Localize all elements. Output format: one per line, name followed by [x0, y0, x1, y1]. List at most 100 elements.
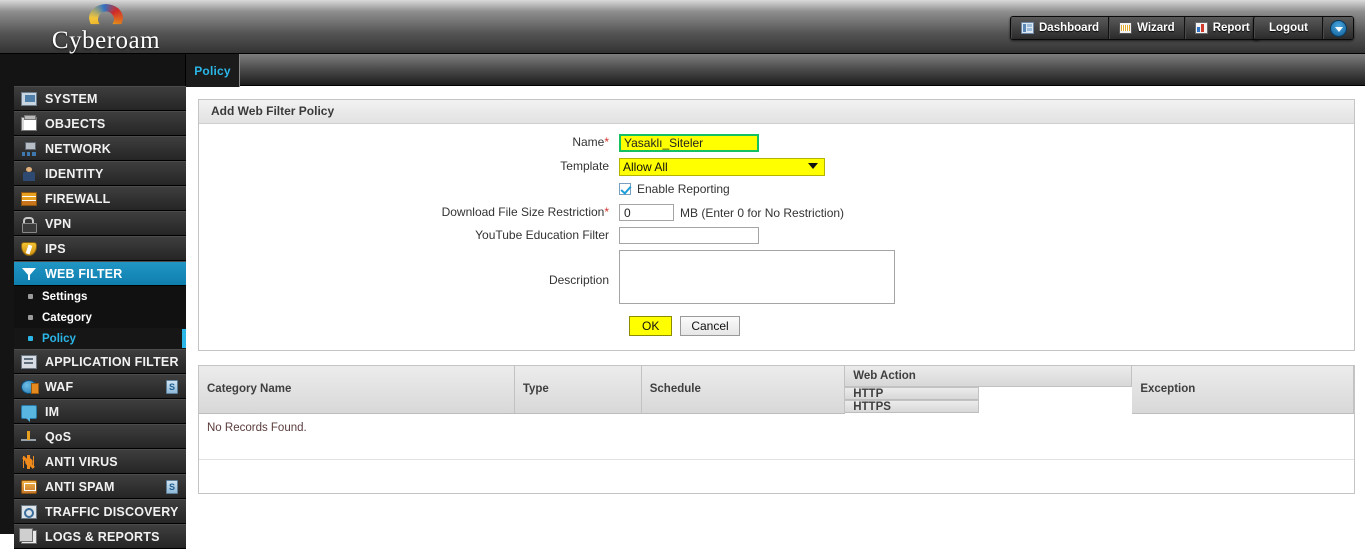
tab-policy[interactable]: Policy — [186, 54, 240, 87]
web-filter-funnel-icon — [21, 267, 37, 281]
sidebar-item-logs-reports[interactable]: LOGS & REPORTS — [14, 524, 186, 549]
anti-virus-icon — [21, 454, 37, 469]
brand-name: Cyberoam — [51, 27, 161, 54]
sidebar-item-web-filter[interactable]: WEB FILTER — [14, 261, 186, 286]
network-icon — [21, 141, 37, 156]
sidebar-item-ips[interactable]: IPS — [14, 236, 186, 261]
bullet-icon — [28, 336, 33, 341]
ok-button[interactable]: OK — [629, 316, 673, 336]
field-row-download-restriction: Download File Size Restriction* MB (Ente… — [199, 204, 1354, 221]
sidebar-item-label: OBJECTS — [45, 116, 106, 131]
sidebar-item-label: ANTI SPAM — [45, 479, 115, 494]
download-label: Download File Size Restriction* — [441, 205, 609, 219]
sidebar-subitem-policy[interactable]: Policy — [14, 328, 186, 349]
download-hint: MB (Enter 0 for No Restriction) — [680, 205, 845, 220]
report-button-label: Report — [1212, 22, 1250, 34]
template-select-value: Allow All — [623, 160, 668, 174]
field-row-template: Template Allow All — [199, 158, 1354, 176]
tab-strip — [186, 54, 1365, 86]
report-button[interactable]: Report — [1184, 17, 1259, 39]
sidebar-subitem-label: Policy — [42, 332, 76, 345]
col-type[interactable]: Type — [514, 366, 642, 414]
dashboard-icon — [1021, 22, 1034, 34]
sidebar-item-anti-spam[interactable]: ANTI SPAM S — [14, 474, 186, 499]
table-filler-row — [199, 459, 1354, 493]
sidebar-item-label: NETWORK — [45, 141, 111, 156]
field-row-name: Name* — [199, 134, 1354, 152]
sidebar-item-label: TRAFFIC DISCOVERY — [45, 504, 179, 519]
logout-button[interactable]: Logout — [1254, 17, 1323, 39]
ips-shield-icon — [21, 241, 37, 256]
sidebar-subitem-label: Settings — [42, 290, 88, 303]
download-size-input[interactable] — [619, 204, 674, 221]
sidebar: SYSTEM OBJECTS NETWORK IDENTITY FIREWALL… — [0, 54, 186, 549]
template-select[interactable]: Allow All — [619, 158, 825, 176]
field-row-youtube-filter: YouTube Education Filter — [199, 227, 1354, 244]
field-row-description: Description — [199, 250, 1354, 304]
system-icon — [21, 91, 37, 106]
bullet-icon — [28, 315, 33, 320]
col-web-action: Web Action — [844, 366, 1133, 387]
sidebar-item-qos[interactable]: QoS — [14, 424, 186, 449]
cyberoam-swirl-icon — [89, 4, 123, 28]
sidebar-item-firewall[interactable]: FIREWALL — [14, 186, 186, 211]
application-filter-icon — [21, 354, 37, 369]
qos-icon — [21, 430, 37, 444]
sidebar-item-anti-virus[interactable]: ANTI VIRUS — [14, 449, 186, 474]
sidebar-item-application-filter[interactable]: APPLICATION FILTER — [14, 349, 186, 374]
sidebar-item-label: IM — [45, 404, 60, 419]
panel-title: Add Web Filter Policy — [199, 100, 1354, 124]
category-table: Category Name Type Schedule Web Action E… — [199, 366, 1354, 493]
objects-icon — [21, 114, 37, 131]
sidebar-item-label: WAF — [45, 379, 74, 394]
col-schedule[interactable]: Schedule — [641, 366, 846, 414]
sidebar-item-label: IPS — [45, 241, 66, 256]
logout-group: Logout — [1253, 16, 1354, 40]
wizard-icon — [1119, 22, 1133, 34]
cancel-button[interactable]: Cancel — [680, 316, 740, 336]
report-icon — [1194, 22, 1208, 34]
dashboard-button-label: Dashboard — [1039, 22, 1100, 34]
sidebar-item-label: WEB FILTER — [45, 266, 123, 281]
required-marker: * — [604, 135, 609, 149]
sidebar-item-label: LOGS & REPORTS — [45, 529, 160, 544]
col-category-name[interactable]: Category Name — [199, 366, 515, 414]
name-input[interactable] — [619, 134, 759, 152]
wizard-button[interactable]: Wizard — [1109, 17, 1185, 39]
description-textarea[interactable] — [619, 250, 895, 304]
youtube-filter-input[interactable] — [619, 227, 759, 244]
traffic-discovery-icon — [21, 504, 37, 519]
sidebar-item-network[interactable]: NETWORK — [14, 136, 186, 161]
description-label: Description — [548, 273, 609, 287]
sidebar-item-im[interactable]: IM — [14, 399, 186, 424]
form-actions: OK Cancel — [629, 316, 1354, 336]
anti-spam-icon — [21, 479, 37, 494]
sidebar-item-objects[interactable]: OBJECTS — [14, 111, 186, 136]
category-grid-panel: Category Name Type Schedule Web Action E… — [198, 365, 1355, 494]
sidebar-item-system[interactable]: SYSTEM — [14, 86, 186, 111]
sidebar-item-vpn[interactable]: VPN — [14, 211, 186, 236]
logout-button-label: Logout — [1269, 22, 1308, 34]
enable-reporting-label: Enable Reporting — [637, 182, 730, 196]
sidebar-subitem-settings[interactable]: Settings — [14, 286, 186, 307]
sidebar-subitem-category[interactable]: Category — [14, 307, 186, 328]
vpn-icon — [21, 216, 37, 233]
logout-menu-button[interactable] — [1322, 17, 1353, 39]
enable-reporting-checkbox[interactable] — [619, 183, 631, 195]
field-row-enable-reporting: Enable Reporting — [199, 182, 1354, 196]
sidebar-item-waf[interactable]: WAF S — [14, 374, 186, 399]
add-web-filter-policy-panel: Add Web Filter Policy Name* Template All… — [198, 99, 1355, 351]
sidebar-item-identity[interactable]: IDENTITY — [14, 161, 186, 186]
col-exception[interactable]: Exception — [1131, 366, 1354, 414]
col-https[interactable]: HTTPS — [845, 400, 979, 413]
top-header-bar: Cyberoam CR35iNG - 10.6.1 MR-2 Dashboard… — [0, 0, 1365, 66]
dashboard-button[interactable]: Dashboard — [1011, 17, 1110, 39]
logs-reports-icon — [19, 527, 37, 544]
col-http[interactable]: HTTP — [845, 387, 979, 400]
chevron-down-circle-icon — [1329, 19, 1347, 37]
sidebar-item-label: FIREWALL — [45, 191, 111, 206]
table-row-empty: No Records Found. — [199, 413, 1354, 460]
required-marker: * — [604, 205, 609, 219]
im-icon — [21, 404, 37, 422]
sidebar-item-traffic-discovery[interactable]: TRAFFIC DISCOVERY — [14, 499, 186, 524]
